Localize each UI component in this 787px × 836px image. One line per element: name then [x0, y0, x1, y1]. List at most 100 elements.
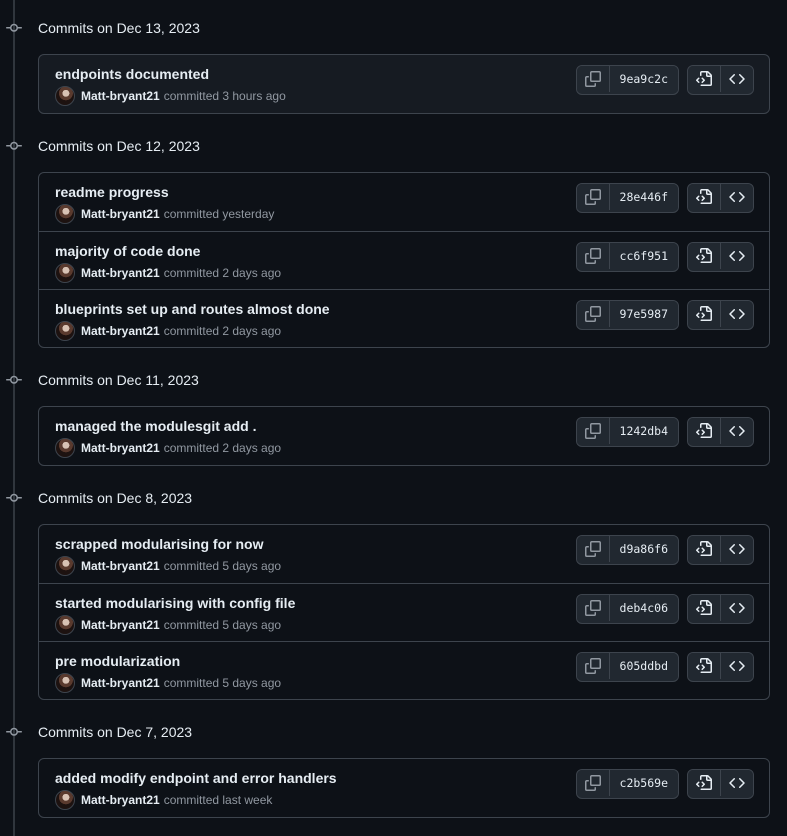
browse-repo-button[interactable]: [720, 301, 753, 327]
commit-sha-link[interactable]: 9ea9c2c: [608, 66, 678, 92]
author-link[interactable]: Matt-bryant21: [81, 559, 160, 573]
avatar[interactable]: [55, 438, 75, 458]
author-link[interactable]: Matt-bryant21: [81, 618, 160, 632]
browse-button-group: [687, 300, 754, 330]
code-icon: [729, 602, 745, 614]
commit-message-link[interactable]: added modify endpoint and error handlers: [55, 770, 337, 786]
commit-sha-link[interactable]: 28e446f: [608, 184, 678, 210]
copy-icon: [584, 189, 601, 205]
avatar[interactable]: [55, 673, 75, 693]
timeline-line: [13, 0, 15, 836]
copy-sha-button[interactable]: [576, 301, 609, 327]
commit-meta: Matt-bryant21 committed 5 days ago: [55, 615, 281, 635]
commit-sha-link[interactable]: c2b569e: [608, 770, 678, 796]
browse-repo-button[interactable]: [720, 536, 753, 562]
commit-sha-link[interactable]: 97e5987: [608, 301, 678, 327]
commit-sha-link[interactable]: 605ddbd: [608, 653, 678, 679]
commit-time: committed 5 days ago: [163, 618, 282, 632]
code-icon: [729, 660, 745, 672]
browse-button-group: [687, 65, 754, 95]
commit-message-link[interactable]: started modularising with config file: [55, 595, 295, 611]
code-icon: [729, 543, 745, 555]
commit-message-link[interactable]: blueprints set up and routes almost done: [55, 301, 330, 317]
commit-group-heading: Commits on Dec 11, 2023: [0, 368, 787, 392]
file-code-icon: [696, 71, 712, 86]
browse-repo-button[interactable]: [720, 184, 753, 210]
commit-meta: Matt-bryant21 committed 5 days ago: [55, 556, 281, 576]
commit-message-link[interactable]: readme progress: [55, 184, 169, 200]
browse-files-button[interactable]: [688, 595, 720, 621]
copy-sha-button[interactable]: [576, 770, 609, 796]
commit-actions: deb4c06: [575, 594, 754, 624]
browse-files-button[interactable]: [688, 184, 720, 210]
commit-message-link[interactable]: majority of code done: [55, 243, 200, 259]
git-commit-icon: [6, 20, 22, 36]
commit-list: scrapped modularising for now Matt-bryant…: [38, 524, 770, 700]
browse-files-button[interactable]: [688, 536, 720, 562]
file-code-icon: [696, 658, 712, 673]
commit-message-link[interactable]: pre modularization: [55, 653, 180, 669]
avatar[interactable]: [55, 790, 75, 810]
commit-actions: cc6f951: [575, 242, 754, 272]
author-link[interactable]: Matt-bryant21: [81, 793, 160, 807]
browse-files-button[interactable]: [688, 418, 720, 444]
browse-repo-button[interactable]: [720, 418, 753, 444]
commit-sha-link[interactable]: cc6f951: [608, 243, 678, 269]
browse-files-button[interactable]: [688, 243, 720, 269]
code-icon: [729, 308, 745, 320]
avatar[interactable]: [55, 263, 75, 283]
browse-repo-button[interactable]: [720, 595, 753, 621]
copy-sha-button[interactable]: [576, 595, 609, 621]
browse-button-group: [687, 652, 754, 682]
commit-group-heading: Commits on Dec 12, 2023: [0, 134, 787, 158]
copy-sha-button[interactable]: [576, 184, 609, 210]
commit-message-link[interactable]: managed the modulesgit add .: [55, 418, 256, 434]
browse-files-button[interactable]: [688, 770, 720, 796]
copy-sha-button[interactable]: [576, 653, 609, 679]
copy-icon: [584, 423, 601, 439]
commit-actions: d9a86f6: [575, 535, 754, 565]
copy-sha-button[interactable]: [576, 66, 609, 92]
avatar[interactable]: [55, 556, 75, 576]
commit-meta: Matt-bryant21 committed 3 hours ago: [55, 86, 286, 106]
commit-time: committed 5 days ago: [163, 559, 282, 573]
author-link[interactable]: Matt-bryant21: [81, 676, 160, 690]
avatar[interactable]: [55, 615, 75, 635]
commit-meta: Matt-bryant21 committed yesterday: [55, 204, 274, 224]
commit-list: added modify endpoint and error handlers…: [38, 758, 770, 818]
browse-repo-button[interactable]: [720, 66, 753, 92]
avatar[interactable]: [55, 86, 75, 106]
commit-actions: 28e446f: [575, 183, 754, 213]
commit-list: endpoints documented Matt-bryant21 committ…: [38, 54, 770, 114]
file-code-icon: [696, 423, 712, 438]
author-link[interactable]: Matt-bryant21: [81, 324, 160, 338]
author-link[interactable]: Matt-bryant21: [81, 207, 160, 221]
author-link[interactable]: Matt-bryant21: [81, 441, 160, 455]
commit-row: pre modularization Matt-bryant21 committed…: [39, 641, 769, 699]
author-link[interactable]: Matt-bryant21: [81, 266, 160, 280]
avatar[interactable]: [55, 321, 75, 341]
browse-repo-button[interactable]: [720, 770, 753, 796]
browse-repo-button[interactable]: [720, 653, 753, 679]
commit-sha-link[interactable]: deb4c06: [608, 595, 678, 621]
commit-group-title: Commits on Dec 13, 2023: [38, 20, 200, 36]
commit-group-heading: Commits on Dec 8, 2023: [0, 486, 787, 510]
commit-sha-link[interactable]: d9a86f6: [608, 536, 678, 562]
browse-files-button[interactable]: [688, 66, 720, 92]
commit-time: committed yesterday: [163, 207, 275, 221]
copy-sha-button[interactable]: [576, 243, 609, 269]
browse-files-button[interactable]: [688, 301, 720, 327]
commit-sha-link[interactable]: 1242db4: [608, 418, 678, 444]
file-code-icon: [696, 775, 712, 790]
browse-repo-button[interactable]: [720, 243, 753, 269]
commit-message-link[interactable]: scrapped modularising for now: [55, 536, 263, 552]
commit-actions: 97e5987: [575, 300, 754, 330]
sha-button-group: 97e5987: [575, 300, 679, 330]
copy-sha-button[interactable]: [576, 536, 609, 562]
commit-message-link[interactable]: endpoints documented: [55, 66, 209, 82]
file-code-icon: [696, 541, 712, 556]
browse-files-button[interactable]: [688, 653, 720, 679]
avatar[interactable]: [55, 204, 75, 224]
copy-sha-button[interactable]: [576, 418, 609, 444]
author-link[interactable]: Matt-bryant21: [81, 89, 160, 103]
